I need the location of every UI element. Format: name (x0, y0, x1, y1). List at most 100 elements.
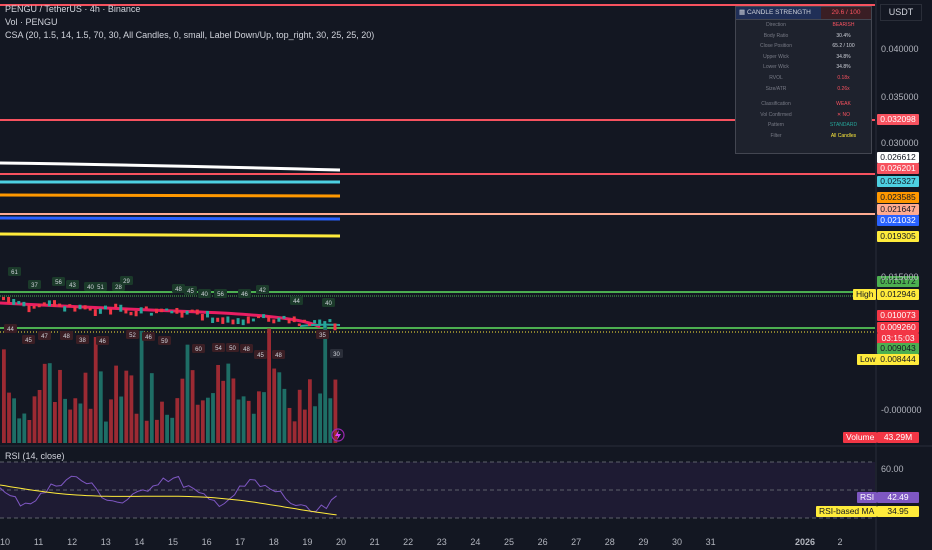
panel-row: Close Position 65.2 / 100 (736, 41, 871, 52)
candle (83, 305, 87, 310)
signal-label: 44 (290, 296, 303, 305)
volume-bar (277, 372, 282, 443)
volume-bar (98, 371, 103, 443)
signal-label-text: 43 (69, 283, 76, 289)
panel-row-key: Direction (766, 22, 786, 28)
signal-label: 43 (66, 280, 79, 289)
candle (323, 321, 327, 328)
candle (37, 303, 41, 308)
signal-labels: 6137 56 43 40 51 282948 45 40 56 464244 40444547 48… (4, 267, 343, 359)
candle (308, 323, 311, 326)
panel-row-key: Lower Wick (763, 64, 789, 71)
volume-bar (185, 344, 190, 443)
volume-bar (139, 330, 144, 443)
volume-bar (27, 419, 32, 443)
candle (287, 318, 291, 324)
candle-strength-panel: ▦ CANDLE STRENGTH 29.6 / 100 Direction BE… (735, 6, 872, 154)
candle (241, 319, 245, 326)
panel-row: Pattern STANDARD (736, 120, 871, 131)
panel-row: Upper Wick 34.8% (736, 52, 871, 63)
signal-label: 56 (214, 289, 227, 298)
rsi-indicator-label[interactable]: RSI (14, close) (5, 451, 65, 461)
candle (22, 301, 26, 307)
panel-row-key: Close Position (760, 43, 792, 50)
high-tag: High (853, 289, 877, 300)
signal-label: 51 (94, 282, 107, 291)
signal-label-text: 42 (259, 288, 266, 294)
ma-orange (0, 193, 341, 198)
candle (73, 306, 77, 312)
panel-row-value: ✕ NO (836, 111, 851, 118)
panel-row: Classification WEAK (736, 99, 871, 110)
candle (7, 296, 11, 304)
price-label: 0.032098 (877, 114, 919, 125)
panel-row-value: 0.26x (837, 85, 850, 92)
signal-label-text: 48 (275, 353, 282, 359)
volume-bar (47, 363, 52, 443)
csa-indicator-label[interactable]: CSA (20, 1.5, 14, 1.5, 70, 30, All Candl… (5, 30, 374, 40)
price-label: 0.023585 (877, 192, 919, 203)
candle (282, 315, 286, 319)
candle (144, 306, 148, 309)
date-axis-tick: 31 (705, 537, 716, 547)
candle (226, 316, 230, 323)
candle (98, 308, 102, 314)
panel-row-key: Vol Confirmed (760, 111, 792, 118)
signal-label: 47 (38, 331, 51, 340)
date-axis-tick: 19 (302, 537, 313, 547)
candle (231, 319, 235, 325)
volume-bar (12, 398, 16, 443)
candle (149, 312, 153, 316)
signal-label: 44 (4, 324, 17, 333)
price-label: 42.49 (877, 492, 919, 503)
volume-bar (134, 413, 139, 443)
panel-row-value: 65.2 / 100 (832, 43, 855, 50)
symbol-title[interactable]: PENGU / TetherUS · 4h · Binance (5, 4, 140, 14)
signal-label-text: 29 (123, 279, 130, 285)
panel-row-key: Filter (770, 132, 782, 139)
date-axis-tick: 16 (201, 537, 212, 547)
candle (42, 302, 46, 306)
signal-label: 45 (254, 350, 267, 359)
volume-bar (257, 391, 261, 443)
panel-row-value: STANDARD (829, 122, 858, 129)
volume-bar (104, 421, 108, 443)
signal-label: 52 (126, 330, 139, 339)
panel-row: RVOL 0.18x (736, 73, 871, 84)
rsi-tag: RSI (857, 492, 878, 503)
volume-bar (73, 398, 78, 443)
price-label: 0.008444 (877, 354, 919, 365)
candle (17, 301, 21, 305)
panel-row: Size/ATR 0.26x (736, 84, 871, 95)
signal-label: 61 (8, 267, 21, 276)
signal-label: 46 (238, 289, 251, 298)
signal-label: 38 (76, 335, 89, 344)
ma-pink (0, 301, 321, 329)
signal-label-text: 40 (325, 301, 332, 307)
price-axis-tick: 0.040000 (881, 44, 919, 54)
signal-label-text: 45 (257, 353, 264, 359)
volume-bar (226, 363, 231, 443)
volume-bar (323, 326, 328, 443)
panel-row: Vol Confirmed ✕ NO (736, 110, 871, 121)
signal-label: 45 (22, 335, 35, 344)
volume-indicator-label[interactable]: Vol · PENGU (5, 17, 58, 27)
candle (88, 307, 92, 311)
candle (190, 309, 194, 312)
volume-bar (32, 396, 37, 443)
signal-label-text: 56 (55, 280, 62, 286)
volume-bar (37, 389, 42, 443)
panel-row-value: 30.4% (836, 32, 851, 39)
candle (27, 305, 31, 313)
price-label: 43.29M (877, 432, 919, 443)
candle (216, 317, 220, 322)
volume-bar (22, 413, 27, 443)
candle (211, 317, 215, 323)
date-axis-tick: 24 (470, 537, 481, 547)
price-label: 0.009043 (877, 343, 919, 354)
candle (328, 319, 332, 323)
panel-row-value: 34.8% (836, 53, 851, 60)
currency-button[interactable]: USDT (880, 4, 922, 21)
volume-bar (83, 372, 88, 443)
candle (302, 319, 306, 322)
